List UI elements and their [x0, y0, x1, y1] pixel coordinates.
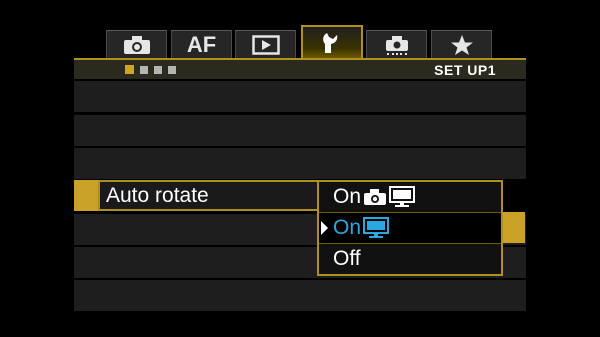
page-indicator-3	[154, 66, 162, 74]
page-indicator-1	[125, 65, 134, 74]
menu-row-empty	[74, 81, 526, 112]
menu-item-label: Auto rotate	[106, 184, 209, 207]
option-on-monitor[interactable]: On	[319, 213, 501, 244]
option-label: On	[333, 185, 362, 208]
menu-row-empty	[74, 280, 526, 311]
page-title: SET UP1	[434, 62, 496, 78]
option-label: Off	[333, 247, 361, 270]
menu-tab-bar: AF	[74, 25, 526, 58]
scrollbar[interactable]	[503, 212, 525, 243]
tab-custom-functions[interactable]	[366, 30, 427, 58]
monitor-icon	[389, 186, 416, 208]
monitor-icon	[363, 217, 390, 239]
page-indicator-4	[168, 66, 176, 74]
custom-function-icon	[382, 34, 412, 56]
star-icon	[450, 34, 474, 56]
tab-af[interactable]: AF	[171, 30, 232, 58]
option-off[interactable]: Off	[319, 244, 501, 274]
page-header: SET UP1	[74, 58, 526, 79]
tab-setup[interactable]	[301, 25, 363, 58]
selection-caret-icon	[321, 221, 328, 235]
wrench-icon	[319, 31, 345, 55]
playback-icon	[251, 34, 280, 55]
tab-playback[interactable]	[235, 30, 296, 58]
tab-my-menu[interactable]	[431, 30, 492, 58]
menu-row-empty	[74, 148, 526, 179]
option-label: On	[333, 216, 362, 239]
af-label: AF	[186, 31, 217, 57]
page-indicator-2	[140, 66, 148, 74]
selection-marker	[74, 180, 98, 211]
camera-icon	[123, 35, 151, 55]
tab-shooting[interactable]	[106, 30, 167, 58]
option-on-camera-monitor[interactable]: On	[319, 182, 501, 213]
menu-row-empty	[74, 115, 526, 146]
option-list: On On Off	[317, 180, 503, 276]
camera-icon	[363, 188, 387, 206]
